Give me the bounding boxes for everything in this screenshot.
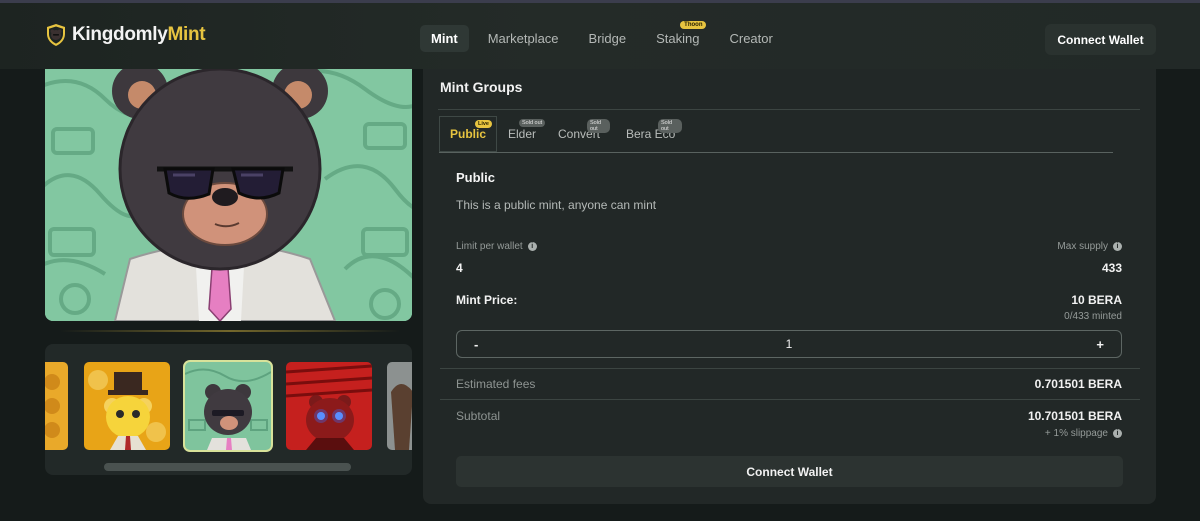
connect-wallet-main-button[interactable]: Connect Wallet [456, 456, 1123, 487]
nav-marketplace[interactable]: Marketplace [477, 25, 570, 52]
mint-group-tabs: Public Live Elder Sold out Convert Sold … [439, 116, 1113, 153]
tab-public-label: Public [449, 127, 486, 141]
gallery-thumb-2[interactable] [84, 362, 170, 450]
tabs-underline [439, 152, 1113, 153]
thumb-art-3 [185, 368, 271, 450]
nav-creator-label: Creator [729, 31, 773, 46]
live-badge: Live [474, 120, 492, 128]
info-icon[interactable]: i [1113, 242, 1122, 251]
gallery-thumb-5[interactable] [387, 362, 412, 450]
tab-elder-label: Elder [508, 127, 537, 141]
mint-price-label: Mint Price: [456, 293, 518, 307]
tab-elder[interactable]: Elder Sold out [508, 116, 548, 152]
tab-convert[interactable]: Convert Sold out [558, 116, 610, 152]
group-title: Public [456, 170, 496, 185]
quantity-value[interactable]: 1 [457, 331, 1121, 357]
logo[interactable]: KingdomlyMint [44, 23, 206, 47]
subtotal-label: Subtotal [456, 409, 501, 423]
panel-divider [438, 109, 1140, 110]
increment-button[interactable]: + [1096, 331, 1104, 357]
bear-artwork [45, 69, 412, 321]
logo-text: KingdomlyMint [72, 24, 206, 46]
limit-label: Limit per wallet i [456, 241, 537, 252]
limit-per-wallet: Limit per wallet i 4 [456, 241, 537, 275]
mint-price-value: 10 BERA [1071, 293, 1122, 307]
decrement-button[interactable]: - [474, 331, 478, 357]
divider-glow [60, 330, 400, 332]
divider [440, 368, 1140, 369]
logo-text-primary: Kingdomly [72, 24, 168, 45]
sold-out-badge-elder: Sold out [519, 119, 546, 127]
thumb-art-2 [88, 370, 166, 450]
slippage-note: + 1% slippage i [1045, 428, 1122, 439]
quantity-stepper: 1 - + [456, 330, 1122, 358]
minted-count: 0/433 minted [1064, 311, 1122, 322]
estimated-fees-value: 0.701501 BERA [1034, 377, 1122, 391]
divider [440, 399, 1140, 400]
logo-text-accent: Mint [167, 24, 206, 45]
nav-mint-label: Mint [431, 31, 458, 46]
limit-value: 4 [456, 261, 463, 275]
staking-badge: Thoon [680, 21, 707, 29]
estimated-fees-label: Estimated fees [456, 377, 536, 391]
tab-public[interactable]: Public Live [439, 116, 497, 152]
shield-logo-icon [47, 24, 65, 46]
max-supply-label-text: Max supply [1057, 241, 1108, 252]
sold-out-badge-convert: Sold out [587, 119, 610, 133]
nav-bridge-label: Bridge [588, 31, 627, 46]
thumb-art-5 [391, 384, 412, 450]
tab-bera-eco[interactable]: Bera Eco Sold out [626, 116, 682, 152]
subtotal-value: 10.701501 BERA [1027, 409, 1122, 423]
gallery-thumb-4[interactable] [286, 362, 372, 450]
info-icon[interactable]: i [527, 242, 537, 251]
thumb-art-4 [286, 364, 372, 450]
nav-staking[interactable]: Staking Thoon [645, 21, 710, 52]
max-supply-value: 433 [1101, 261, 1122, 275]
gallery-thumb-3[interactable] [185, 362, 271, 450]
nav-staking-label: Staking [656, 31, 700, 46]
sold-out-badge-bera-eco: Sold out [658, 119, 682, 133]
nav-bridge[interactable]: Bridge [578, 25, 638, 52]
limit-label-text: Limit per wallet [456, 241, 523, 252]
group-description: This is a public mint, anyone can mint [456, 198, 657, 212]
nft-gallery [45, 344, 412, 475]
nav-creator[interactable]: Creator [718, 25, 783, 52]
mint-group-details: Public This is a public mint, anyone can… [456, 170, 1123, 212]
max-supply-label: Max supply i [1057, 241, 1122, 252]
gallery-thumb-1[interactable] [45, 362, 68, 450]
slippage-text: + 1% slippage [1044, 428, 1108, 439]
main-nav: Mint Marketplace Bridge Staking Thoon Cr… [420, 21, 784, 52]
nav-marketplace-label: Marketplace [487, 31, 559, 46]
connect-wallet-button[interactable]: Connect Wallet [1045, 24, 1156, 55]
info-icon[interactable]: i [1113, 429, 1122, 438]
thumb-art-1 [45, 374, 60, 438]
mint-panel: Mint Groups Public Live Elder Sold out C… [423, 69, 1156, 504]
header: KingdomlyMint Mint Marketplace Bridge St… [0, 3, 1200, 69]
max-supply: Max supply i 433 [1057, 241, 1122, 275]
nft-preview-image [45, 69, 412, 321]
gallery-scrollbar[interactable] [104, 463, 351, 471]
nav-mint[interactable]: Mint [420, 25, 469, 52]
mint-groups-title: Mint Groups [440, 79, 523, 95]
